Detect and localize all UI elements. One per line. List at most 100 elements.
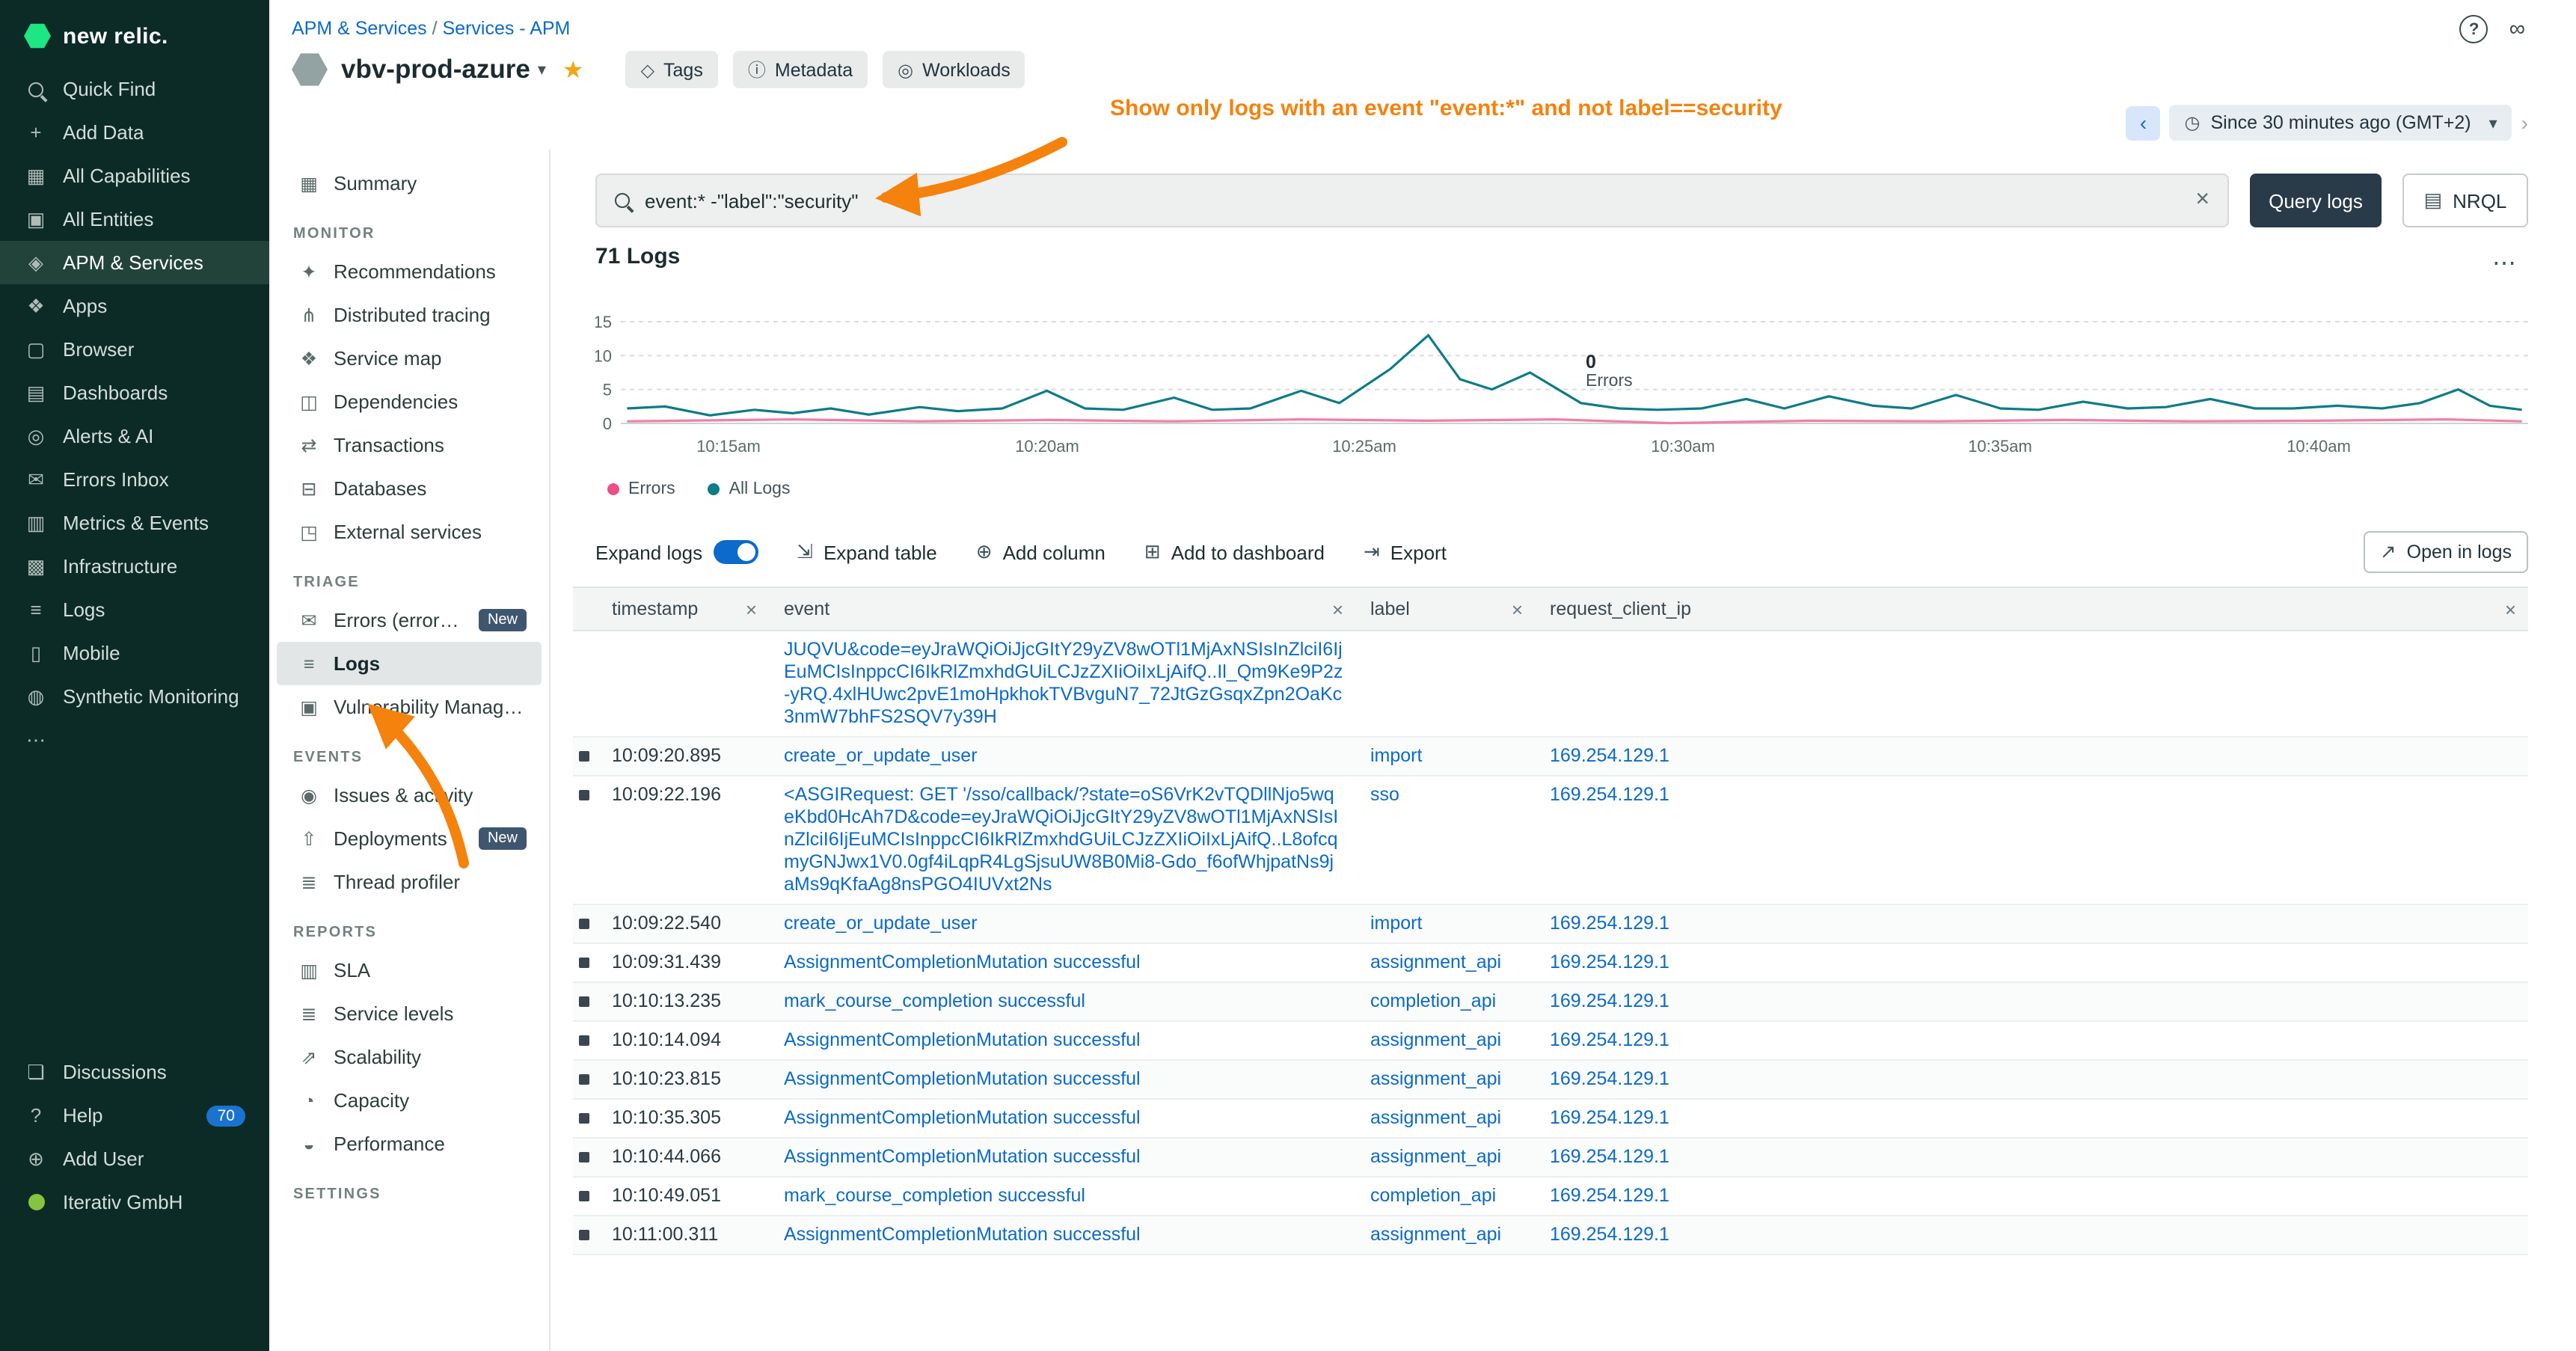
tags-button[interactable]: ◇ Tags <box>626 51 718 88</box>
ip-link[interactable]: 169.254.129.1 <box>1550 1185 1669 1206</box>
log-row[interactable]: 10:09:20.895create_or_update_userimport1… <box>573 738 2528 776</box>
log-row[interactable]: 10:10:49.051mark_course_completion succe… <box>573 1177 2528 1216</box>
event-link[interactable]: JUQVU&code=eyJraWQiOiJjcGItY29yZV8wOTl1M… <box>784 639 1343 727</box>
ip-link[interactable]: 169.254.129.1 <box>1550 1224 1669 1245</box>
add-column-button[interactable]: ⊕ Add column <box>976 540 1105 564</box>
row-select[interactable] <box>573 944 597 981</box>
subnav-item-summary[interactable]: ▦Summary <box>277 162 542 205</box>
row-select[interactable] <box>573 738 597 775</box>
sidebar-item-help[interactable]: ?Help70 <box>0 1094 269 1137</box>
label-link[interactable]: assignment_api <box>1370 1107 1501 1128</box>
subnav-item-errors-errors-inb[interactable]: ✉Errors (errors inb...New <box>277 598 542 642</box>
ip-link[interactable]: 169.254.129.1 <box>1550 952 1669 972</box>
permalink-icon[interactable]: ∞ <box>2509 16 2525 42</box>
log-row[interactable]: 10:10:23.815AssignmentCompletionMutation… <box>573 1061 2528 1100</box>
label-link[interactable]: assignment_api <box>1370 1146 1501 1167</box>
subnav-item-vulnerability-management[interactable]: ▣Vulnerability Management <box>277 685 542 729</box>
add-to-dashboard-button[interactable]: ⊞ Add to dashboard <box>1144 540 1325 564</box>
log-row[interactable]: 10:09:22.540create_or_update_userimport1… <box>573 905 2528 944</box>
label-link[interactable]: sso <box>1370 784 1399 805</box>
sidebar-item-logs[interactable]: ≡Logs <box>0 588 269 631</box>
subnav-item-service-levels[interactable]: ≣Service levels <box>277 992 542 1035</box>
event-link[interactable]: mark_course_completion successful <box>784 1185 1085 1206</box>
sidebar-item-mobile[interactable]: ▯Mobile <box>0 631 269 675</box>
sidebar-item-add-user[interactable]: ⊕Add User <box>0 1137 269 1180</box>
event-link[interactable]: AssignmentCompletionMutation successful <box>784 1146 1141 1167</box>
event-link[interactable]: AssignmentCompletionMutation successful <box>784 1029 1141 1050</box>
legend-item-all-logs[interactable]: All Logs <box>708 480 791 498</box>
event-link[interactable]: AssignmentCompletionMutation successful <box>784 1224 1141 1245</box>
sidebar-item-apps[interactable]: ❖Apps <box>0 284 269 328</box>
label-link[interactable]: assignment_api <box>1370 1029 1501 1050</box>
row-select[interactable] <box>573 1177 597 1215</box>
logs-timeseries-chart[interactable]: 05101510:15am10:20am10:25am10:30am10:35a… <box>595 307 2528 459</box>
time-forward-button[interactable]: › <box>2521 111 2528 135</box>
sidebar-item-synthetic-monitoring[interactable]: ◍Synthetic Monitoring <box>0 675 269 718</box>
subnav-item-distributed-tracing[interactable]: ⋔Distributed tracing <box>277 293 542 337</box>
row-select[interactable] <box>573 1061 597 1098</box>
breadcrumb-apm-services[interactable]: APM & Services <box>292 18 427 39</box>
ip-link[interactable]: 169.254.129.1 <box>1550 1107 1669 1128</box>
sidebar-item-errors-inbox[interactable]: ✉Errors Inbox <box>0 458 269 501</box>
sidebar-item-alerts-ai[interactable]: ◎Alerts & AI <box>0 414 269 458</box>
clear-search-icon[interactable]: × <box>2195 187 2209 214</box>
query-logs-button[interactable]: Query logs <box>2250 174 2382 227</box>
label-link[interactable]: assignment_api <box>1370 952 1501 972</box>
sidebar-item-infrastructure[interactable]: ▩Infrastructure <box>0 545 269 588</box>
entity-chevron-down-icon[interactable]: ▾ <box>538 60 546 79</box>
time-range-button[interactable]: ◷ Since 30 minutes ago (GMT+2) ▾ <box>2170 105 2512 141</box>
subnav-item-thread-profiler[interactable]: ≣Thread profiler <box>277 860 542 904</box>
label-link[interactable]: completion_api <box>1370 990 1496 1011</box>
chart-menu-icon[interactable]: ⋯ <box>2492 248 2516 278</box>
column-remove-icon[interactable]: × <box>1332 598 1343 620</box>
export-button[interactable]: ⇥ Export <box>1364 540 1447 564</box>
row-select[interactable] <box>573 983 597 1020</box>
ip-link[interactable]: 169.254.129.1 <box>1550 745 1669 766</box>
event-link[interactable]: create_or_update_user <box>784 745 978 766</box>
row-select[interactable] <box>573 776 597 904</box>
log-row[interactable]: 10:09:31.439AssignmentCompletionMutation… <box>573 944 2528 983</box>
column-remove-icon[interactable]: × <box>746 598 757 620</box>
row-select[interactable] <box>573 631 597 736</box>
sidebar-item-all-entities[interactable]: ▣All Entities <box>0 197 269 241</box>
sidebar-item-browser[interactable]: ▢Browser <box>0 328 269 371</box>
label-link[interactable]: import <box>1370 745 1422 766</box>
ip-link[interactable]: 169.254.129.1 <box>1550 1029 1669 1050</box>
log-row[interactable]: 10:09:22.196<ASGIRequest: GET '/sso/call… <box>573 776 2528 905</box>
subnav-item-deployments[interactable]: ⇧DeploymentsNew <box>277 817 542 860</box>
time-back-button[interactable]: ‹ <box>2126 105 2161 140</box>
event-link[interactable]: AssignmentCompletionMutation successful <box>784 1068 1141 1089</box>
entity-name[interactable]: vbv-prod-azure <box>341 54 530 85</box>
subnav-item-external-services[interactable]: ◳External services <box>277 510 542 554</box>
event-link[interactable]: create_or_update_user <box>784 913 978 934</box>
nrql-button[interactable]: ▤ NRQL <box>2402 174 2528 227</box>
subnav-item-recommendations[interactable]: ✦Recommendations <box>277 250 542 293</box>
metadata-button[interactable]: ⓘ Metadata <box>733 51 868 88</box>
ip-link[interactable]: 169.254.129.1 <box>1550 913 1669 934</box>
subnav-item-capacity[interactable]: ◔Capacity <box>277 1079 542 1122</box>
subnav-item-service-map[interactable]: ❖Service map <box>277 337 542 380</box>
sidebar-item-metrics-events[interactable]: ▥Metrics & Events <box>0 501 269 545</box>
subnav-item-issues-activity[interactable]: ◉Issues & activity <box>277 773 542 817</box>
sidebar-item-add-data[interactable]: +Add Data <box>0 111 269 154</box>
legend-item-errors[interactable]: Errors <box>607 480 675 498</box>
label-link[interactable]: completion_api <box>1370 1185 1496 1206</box>
log-row[interactable]: 10:10:14.094AssignmentCompletionMutation… <box>573 1022 2528 1061</box>
log-row[interactable]: 10:11:00.311AssignmentCompletionMutation… <box>573 1216 2528 1255</box>
event-link[interactable]: mark_course_completion successful <box>784 990 1085 1011</box>
expand-logs-toggle[interactable] <box>713 540 758 564</box>
subnav-item-performance[interactable]: ◒Performance <box>277 1122 542 1165</box>
label-link[interactable]: assignment_api <box>1370 1224 1501 1245</box>
row-select[interactable] <box>573 1100 597 1137</box>
event-link[interactable]: AssignmentCompletionMutation successful <box>784 1107 1141 1128</box>
sidebar-item-all-capabilities[interactable]: ▦All Capabilities <box>0 154 269 197</box>
event-link[interactable]: AssignmentCompletionMutation successful <box>784 952 1141 972</box>
log-row[interactable]: 10:10:35.305AssignmentCompletionMutation… <box>573 1100 2528 1139</box>
ip-link[interactable]: 169.254.129.1 <box>1550 784 1669 805</box>
help-icon[interactable]: ? <box>2460 15 2488 43</box>
subnav-item-dependencies[interactable]: ◫Dependencies <box>277 380 542 423</box>
sidebar-item-apm-services[interactable]: ◈APM & Services <box>0 241 269 284</box>
event-link[interactable]: <ASGIRequest: GET '/sso/callback/?state=… <box>784 784 1338 895</box>
subnav-item-scalability[interactable]: ⇗Scalability <box>277 1035 542 1079</box>
sidebar-item-more[interactable]: ⋯ <box>0 718 269 762</box>
